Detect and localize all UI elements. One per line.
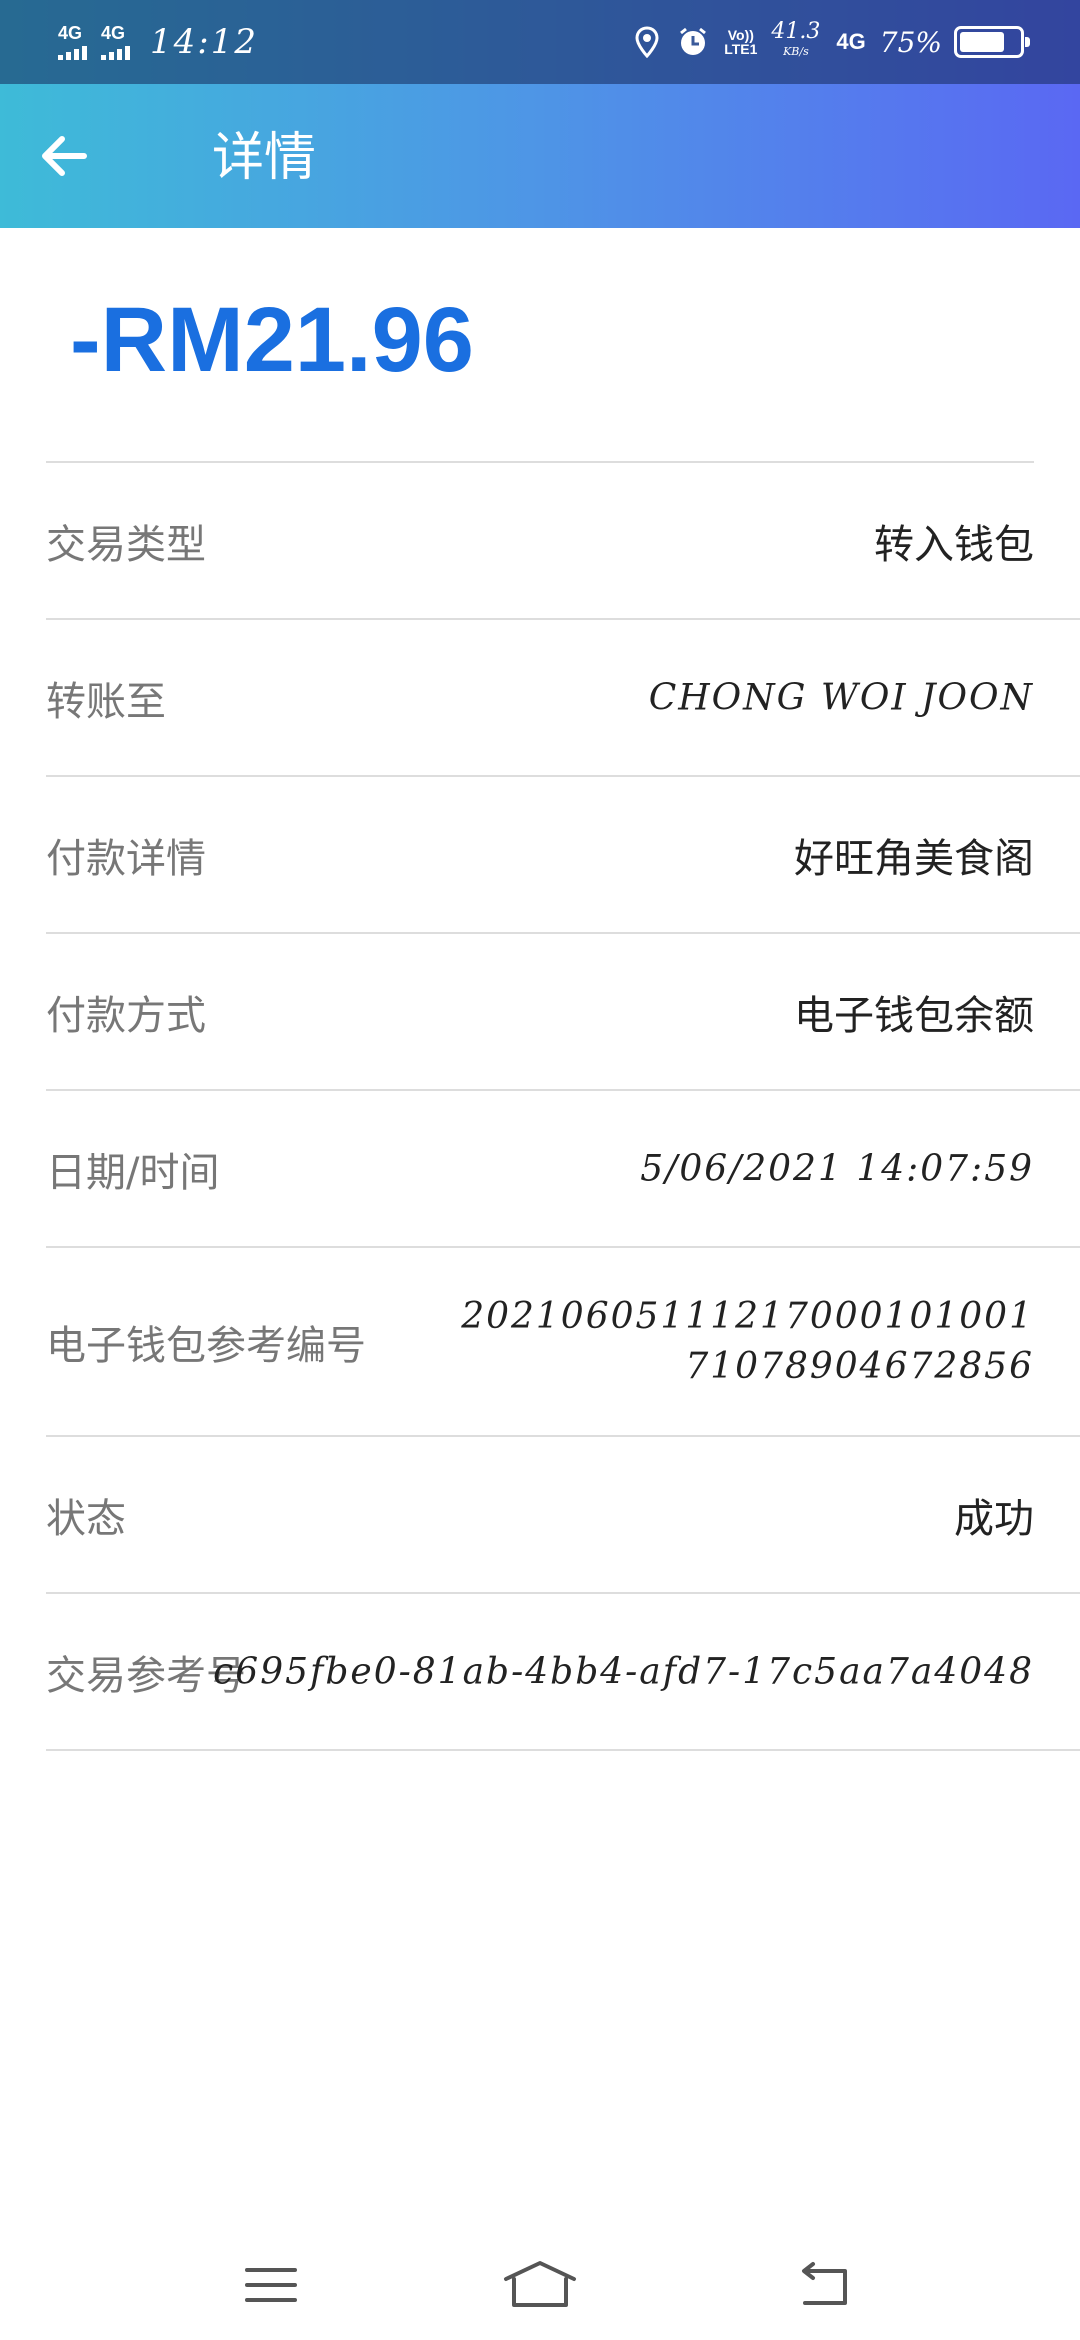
detail-row-payment-details: 付款详情 好旺角美食阁 xyxy=(46,777,1080,934)
system-back-button[interactable] xyxy=(778,2250,868,2320)
detail-value: 好旺角美食阁 xyxy=(794,835,1034,882)
system-nav-bar xyxy=(0,2220,1080,2340)
detail-row-ewallet-ref: 电子钱包参考编号 20210605111217000101001 7107890… xyxy=(46,1248,1080,1437)
detail-label: 状态 xyxy=(46,1495,126,1542)
status-bar: 4G 4G 14:12 Vo)) LTE1 41.3 KB/s 4G 75% xyxy=(0,0,1080,84)
detail-label: 付款详情 xyxy=(46,835,206,882)
detail-value: 5/06/2021 14:07:59 xyxy=(640,1148,1034,1189)
home-icon xyxy=(504,2261,576,2307)
detail-value: 电子钱包余额 xyxy=(794,992,1034,1039)
detail-label: 日期/时间 xyxy=(46,1149,220,1196)
detail-row-payment-method: 付款方式 电子钱包余额 xyxy=(46,934,1080,1091)
detail-row-transaction-ref: 交易参考号 c695fbe0-81ab-4bb4-afd7-17c5aa7a40… xyxy=(46,1594,1080,1751)
alarm-icon xyxy=(676,25,710,59)
status-time: 14:12 xyxy=(150,22,258,62)
app-bar: 详情 xyxy=(0,84,1080,228)
signal-indicator-1: 4G xyxy=(58,24,87,60)
detail-row-status: 状态 成功 xyxy=(46,1437,1080,1594)
signal-indicator-2: 4G xyxy=(101,24,130,60)
detail-row-transfer-to: 转账至 CHONG WOI JOON xyxy=(46,620,1080,777)
back-icon xyxy=(802,2262,847,2305)
transaction-amount: -RM21.96 xyxy=(70,289,474,391)
detail-value: CHONG WOI JOON xyxy=(648,677,1034,718)
battery-percent: 75% xyxy=(879,25,942,59)
detail-label: 付款方式 xyxy=(46,992,206,1039)
detail-value: 转入钱包 xyxy=(874,521,1034,568)
detail-label: 交易类型 xyxy=(46,521,206,568)
details-list: 交易类型 转入钱包 转账至 CHONG WOI JOON 付款详情 好旺角美食阁… xyxy=(0,463,1080,1751)
arrow-left-icon xyxy=(42,136,87,176)
page-title: 详情 xyxy=(212,128,317,188)
home-button[interactable] xyxy=(495,2250,585,2320)
detail-value: 20210605111217000101001 71078904672856 xyxy=(461,1295,1034,1387)
battery-icon xyxy=(954,26,1030,58)
volte-indicator: Vo)) LTE1 xyxy=(724,27,758,57)
network-speed: 41.3 KB/s xyxy=(771,19,821,59)
network-type: 4G xyxy=(836,29,866,54)
detail-label: 转账至 xyxy=(46,678,166,725)
location-icon xyxy=(630,25,664,59)
detail-label: 电子钱包参考编号 xyxy=(46,1322,366,1369)
detail-value: c695fbe0-81ab-4bb4-afd7-17c5aa7a4048 xyxy=(213,1651,1034,1692)
menu-button[interactable] xyxy=(226,2250,316,2320)
detail-row-transaction-type: 交易类型 转入钱包 xyxy=(46,463,1080,620)
menu-icon xyxy=(245,2268,297,2302)
detail-value: 成功 xyxy=(954,1495,1034,1542)
detail-row-datetime: 日期/时间 5/06/2021 14:07:59 xyxy=(46,1091,1080,1248)
back-button[interactable] xyxy=(32,124,96,188)
